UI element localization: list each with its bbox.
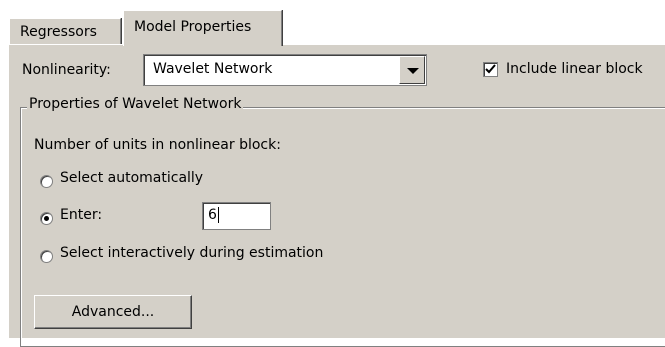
radio-enter[interactable] (40, 212, 53, 225)
text-caret (217, 207, 219, 223)
radio-select-interactively[interactable] (40, 250, 53, 263)
units-label: Number of units in nonlinear block: (34, 137, 281, 153)
nonlinearity-select[interactable]: Wavelet Network (143, 54, 427, 86)
checkmark-icon (485, 64, 496, 74)
nonlinearity-label: Nonlinearity: (22, 62, 111, 78)
radio-selected-dot (44, 216, 49, 221)
units-input-value: 6 (208, 207, 217, 223)
include-linear-label: Include linear block (506, 61, 643, 77)
dropdown-button[interactable] (399, 56, 425, 84)
chevron-down-icon (407, 68, 419, 74)
radio-label-automatic: Select automatically (60, 170, 204, 186)
properties-group-title: Properties of Wavelet Network (27, 96, 244, 112)
include-linear-checkbox[interactable] (483, 62, 498, 77)
radio-label-enter: Enter: (60, 207, 103, 223)
tab-model-properties[interactable]: Model Properties (123, 10, 282, 46)
radio-label-interactive: Select interactively during estimation (60, 245, 324, 261)
tab-label: Model Properties (134, 19, 252, 35)
units-input[interactable]: 6 (202, 202, 271, 230)
nonlinearity-value: Wavelet Network (153, 61, 273, 77)
tab-strip: Regressors Model Properties (0, 0, 665, 48)
radio-select-automatically[interactable] (40, 175, 53, 188)
advanced-button[interactable]: Advanced... (34, 295, 192, 329)
tab-label: Regressors (20, 24, 97, 40)
